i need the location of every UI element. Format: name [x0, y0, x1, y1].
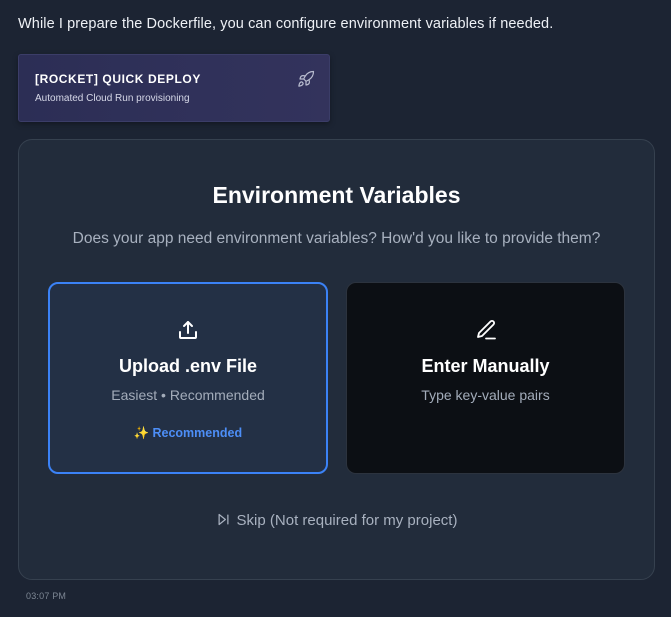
- env-vars-panel: Environment Variables Does your app need…: [18, 139, 655, 580]
- skip-button-label: Skip (Not required for my project): [236, 512, 458, 529]
- upload-option-subtitle: Easiest • Recommended: [111, 387, 265, 403]
- panel-title: Environment Variables: [212, 182, 461, 208]
- enter-manually-option[interactable]: Enter Manually Type key-value pairs: [346, 282, 625, 474]
- quick-deploy-subtitle: Automated Cloud Run provisioning: [35, 93, 190, 104]
- skip-forward-icon: [218, 513, 229, 526]
- rocket-icon: [298, 70, 315, 87]
- message-timestamp: 03:07 PM: [26, 591, 67, 601]
- panel-question: Does your app need environment variables…: [72, 230, 601, 247]
- chat-view: While I prepare the Dockerfile, you can …: [0, 0, 671, 617]
- quick-deploy-card[interactable]: [ROCKET] QUICK DEPLOY Automated Cloud Ru…: [18, 54, 330, 122]
- upload-option-title: Upload .env File: [118, 356, 258, 376]
- quick-deploy-title: [ROCKET] QUICK DEPLOY: [35, 72, 201, 86]
- manual-option-subtitle: Type key-value pairs: [421, 387, 550, 403]
- recommended-badge-label: Recommended: [152, 426, 243, 440]
- skip-button[interactable]: Skip (Not required for my project): [19, 512, 654, 529]
- upload-icon: [179, 321, 197, 339]
- sparkles-icon: ✨: [133, 426, 150, 440]
- assistant-message-text: While I prepare the Dockerfile, you can …: [18, 16, 554, 32]
- recommended-badge: ✨ Recommended: [50, 426, 326, 441]
- upload-env-option[interactable]: Upload .env File Easiest • Recommended ✨…: [48, 282, 328, 474]
- pencil-icon: [476, 320, 496, 340]
- manual-option-title: Enter Manually: [421, 356, 550, 376]
